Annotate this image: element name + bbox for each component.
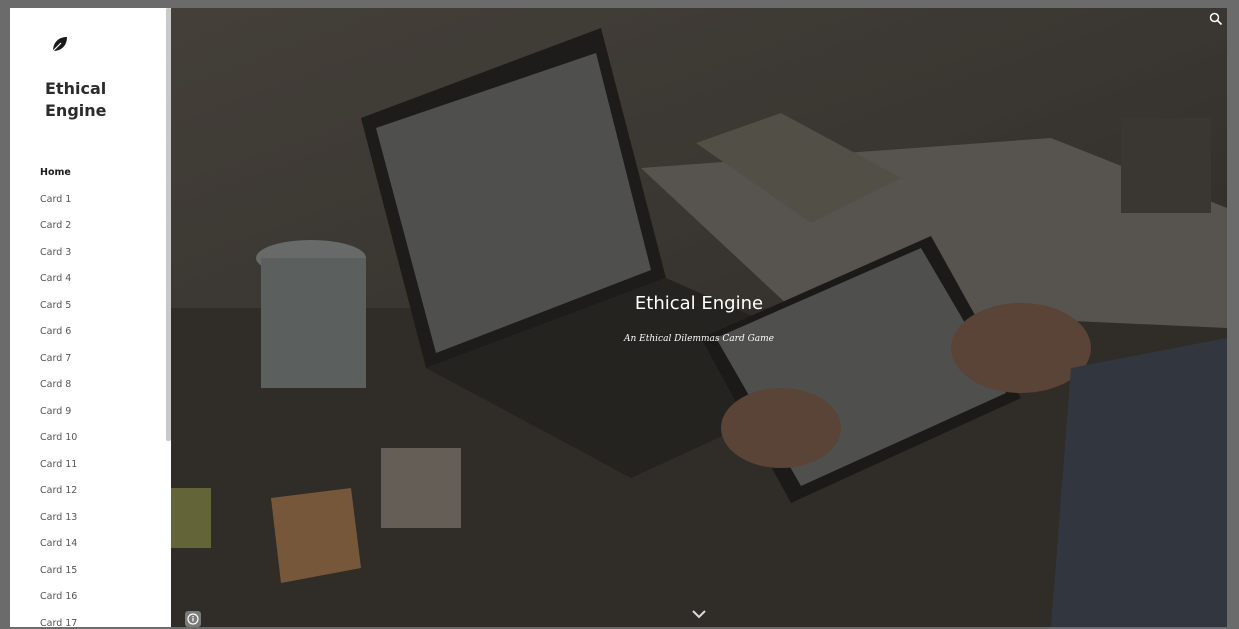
site-title[interactable]: Ethical Engine (45, 78, 155, 122)
hero-overlay (171, 8, 1227, 627)
nav-item-card-12[interactable]: Card 12 (40, 482, 77, 509)
nav-item-card-4[interactable]: Card 4 (40, 270, 77, 297)
chevron-down-icon[interactable] (691, 608, 707, 620)
nav-item-card-9[interactable]: Card 9 (40, 403, 77, 430)
nav-item-card-15[interactable]: Card 15 (40, 562, 77, 589)
nav-item-card-1[interactable]: Card 1 (40, 191, 77, 218)
nav-item-card-17[interactable]: Card 17 (40, 615, 77, 628)
nav-item-card-8[interactable]: Card 8 (40, 376, 77, 403)
hero-title: Ethical Engine (634, 293, 764, 314)
info-icon[interactable] (185, 611, 201, 627)
nav-item-card-13[interactable]: Card 13 (40, 509, 77, 536)
sidebar: Ethical Engine Home Card 1 Card 2 Card 3 Car… (10, 8, 171, 627)
nav-item-card-10[interactable]: Card 10 (40, 429, 77, 456)
search-icon[interactable] (1209, 12, 1223, 26)
sidebar-nav: Home Card 1 Card 2 Card 3 Card 4 Card 5 Card 6… (40, 164, 77, 627)
nav-item-home[interactable]: Home (40, 164, 77, 191)
hero-subtitle: An Ethical Dilemmas Card Game (624, 334, 774, 344)
nav-item-card-14[interactable]: Card 14 (40, 535, 77, 562)
hero-banner: Ethical Engine An Ethical Dilemmas Card … (171, 8, 1227, 627)
leaf-icon[interactable] (50, 34, 70, 54)
nav-item-card-3[interactable]: Card 3 (40, 244, 77, 271)
nav-item-card-5[interactable]: Card 5 (40, 297, 77, 324)
nav-item-card-6[interactable]: Card 6 (40, 323, 77, 350)
nav-item-card-2[interactable]: Card 2 (40, 217, 77, 244)
nav-item-card-16[interactable]: Card 16 (40, 588, 77, 615)
nav-item-card-7[interactable]: Card 7 (40, 350, 77, 377)
nav-item-card-11[interactable]: Card 11 (40, 456, 77, 483)
page-frame: Ethical Engine Home Card 1 Card 2 Card 3 Car… (10, 8, 1227, 627)
